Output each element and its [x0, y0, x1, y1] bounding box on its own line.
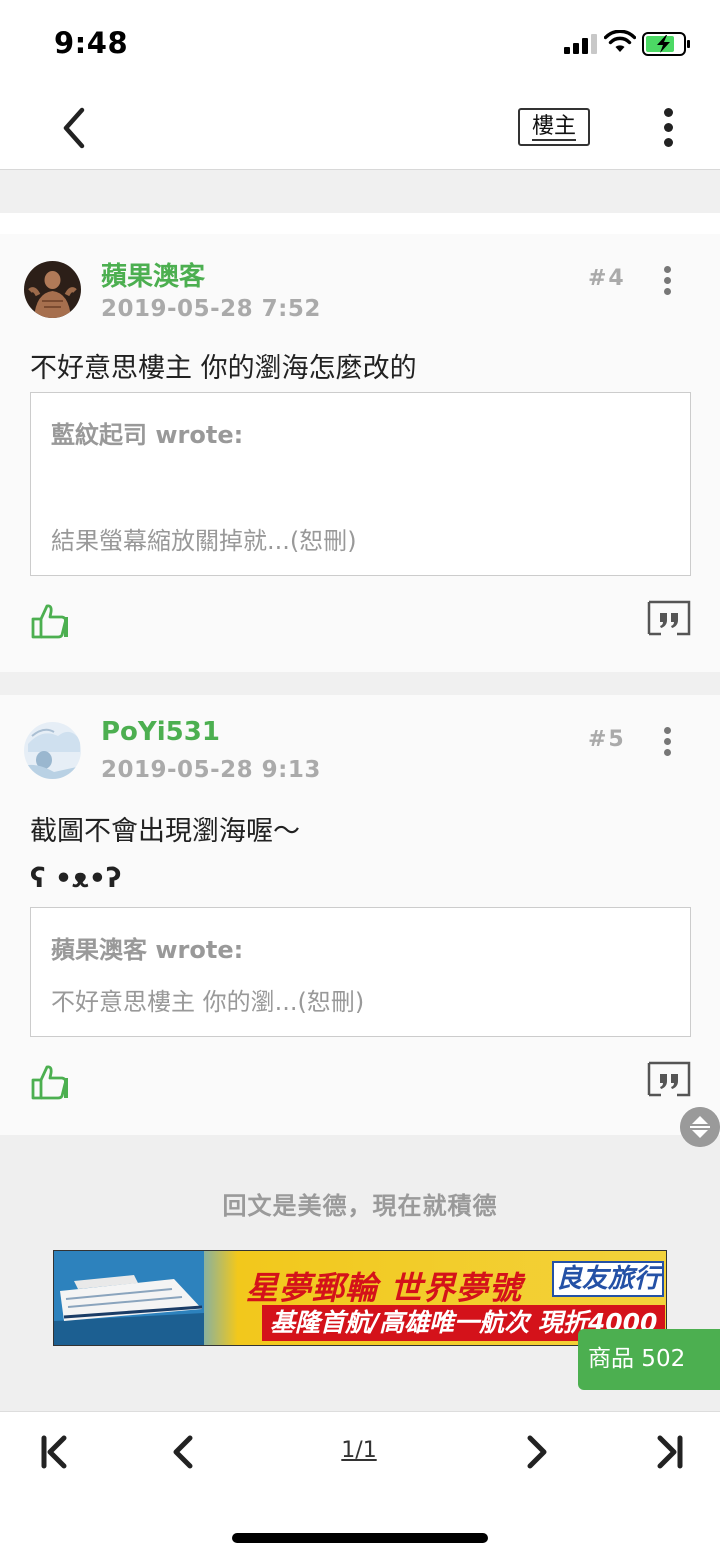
cellular-signal-icon — [564, 34, 598, 54]
post-more-options-icon[interactable] — [659, 266, 675, 298]
post-content: 截圖不會出現瀏海喔～ — [30, 816, 300, 847]
thumbs-up-icon[interactable] — [30, 602, 70, 640]
floor-number: #4 — [588, 266, 626, 291]
status-time: 9:48 — [54, 26, 129, 60]
post-date: 2019-05-28 7:52 — [101, 296, 321, 322]
scroll-handle-icon[interactable] — [680, 1107, 720, 1147]
post-more-options-icon[interactable] — [659, 727, 675, 759]
reply-hint[interactable]: 回文是美德，現在就積德 — [0, 1186, 720, 1221]
page: 9:48 樓主 蘋果澳客 2019-05-28 7:52 #4 不好意思樓主 你… — [0, 0, 720, 1559]
product-count-button[interactable]: 商品 502 — [578, 1329, 720, 1390]
page-indicator[interactable]: 1/1 — [320, 1438, 398, 1463]
back-arrow-icon[interactable] — [56, 104, 92, 152]
post-date: 2019-05-28 9:13 — [101, 757, 321, 783]
post-4: 蘋果澳客 2019-05-28 7:52 #4 不好意思樓主 你的瀏海怎麼改的 … — [0, 234, 720, 672]
cruise-ship-image — [54, 1251, 204, 1345]
post-5: PoYi531 2019-05-28 9:13 #5 截圖不會出現瀏海喔～ ʕ … — [0, 695, 720, 1135]
quote-header: 蘋果澳客 wrote: — [51, 936, 244, 964]
quote-block: 蘋果澳客 wrote: 不好意思樓主 你的瀏...(恕刪) — [30, 907, 691, 1037]
home-indicator[interactable] — [232, 1533, 488, 1543]
next-page-icon[interactable] — [516, 1432, 556, 1472]
status-bar: 9:48 — [0, 0, 720, 88]
previous-page-icon[interactable] — [164, 1432, 204, 1472]
ad-headline: 星夢郵輪 世界夢號 — [246, 1269, 523, 1307]
quote-block: 藍紋起司 wrote: 結果螢幕縮放關掉就...(恕刪) — [30, 392, 691, 576]
top-navigation-bar: 樓主 — [0, 88, 720, 170]
quote-reply-icon[interactable] — [647, 1061, 691, 1097]
post-content-emoticon: ʕ •ᴥ•ʔ — [30, 863, 122, 894]
avatar[interactable] — [24, 261, 81, 318]
battery-charging-icon — [642, 32, 690, 56]
divider — [0, 672, 720, 695]
avatar[interactable] — [24, 722, 81, 779]
first-page-icon[interactable] — [36, 1432, 76, 1472]
quote-body: 不好意思樓主 你的瀏...(恕刪) — [51, 988, 365, 1016]
ad-banner[interactable]: 星夢郵輪 世界夢號 良友旅行 基隆首航/高雄唯一航次 現折4000 — [53, 1250, 667, 1346]
thumbs-up-icon[interactable] — [30, 1063, 70, 1101]
author-name[interactable]: 蘋果澳客 — [101, 256, 205, 293]
author-name[interactable]: PoYi531 — [101, 717, 220, 747]
op-only-filter-button[interactable]: 樓主 — [518, 108, 590, 146]
wifi-icon — [604, 30, 636, 52]
quote-header: 藍紋起司 wrote: — [51, 421, 244, 449]
floor-number: #5 — [588, 727, 626, 752]
ad-brand-logo: 良友旅行 — [552, 1261, 664, 1297]
quote-reply-icon[interactable] — [647, 600, 691, 636]
post-content: 不好意思樓主 你的瀏海怎麼改的 — [30, 353, 417, 384]
last-page-icon[interactable] — [648, 1432, 688, 1472]
divider — [0, 170, 720, 213]
quote-body: 結果螢幕縮放關掉就...(恕刪) — [51, 527, 357, 555]
more-options-icon[interactable] — [656, 106, 680, 150]
